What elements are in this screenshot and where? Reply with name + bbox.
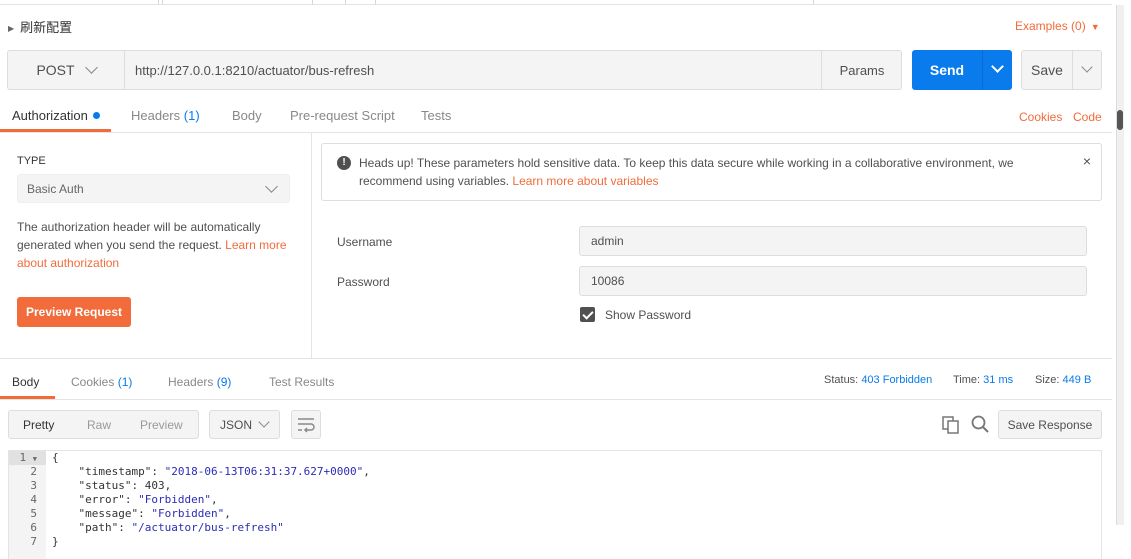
code-line: { xyxy=(52,451,59,464)
response-body-viewer[interactable]: 1 ▼ { 2 "timestamp": "2018-06-13T06:31:3… xyxy=(8,450,1102,559)
status-readout: Status: 403 Forbidden xyxy=(824,374,933,386)
chevron-down-icon xyxy=(258,416,270,428)
cookies-link[interactable]: Cookies xyxy=(1019,110,1062,124)
top-tab-strip xyxy=(0,0,1112,5)
password-label: Password xyxy=(337,275,390,289)
send-button[interactable]: Send xyxy=(912,50,1012,90)
view-mode-segment: Pretty Raw Preview xyxy=(8,410,199,439)
url-bar: POST http://127.0.0.1:8210/actuator/bus-… xyxy=(7,50,902,90)
time-readout: Time: 31 ms xyxy=(953,374,1014,386)
search-icon[interactable] xyxy=(970,414,990,434)
save-button[interactable]: Save xyxy=(1021,50,1102,90)
code-line: "message": "Forbidden", xyxy=(78,507,231,520)
code-line: } xyxy=(52,535,59,548)
username-label: Username xyxy=(337,235,393,249)
save-dropdown-chevron-icon[interactable] xyxy=(1081,61,1093,73)
line-number: 3 xyxy=(30,479,37,492)
close-icon[interactable]: × xyxy=(1083,153,1091,169)
line-number: 6 xyxy=(30,521,37,534)
send-dropdown-chevron-icon[interactable] xyxy=(991,60,1004,73)
tab-pre-request-script[interactable]: Pre-request Script xyxy=(290,108,395,123)
save-response-button[interactable]: Save Response xyxy=(998,410,1102,439)
fold-caret-icon: ▼ xyxy=(32,455,37,463)
password-field[interactable] xyxy=(579,266,1087,296)
size-readout: Size: 449 B xyxy=(1035,374,1092,386)
code-line: "error": "Forbidden", xyxy=(78,493,218,506)
wrap-lines-button[interactable] xyxy=(291,410,321,439)
username-field[interactable] xyxy=(579,226,1087,256)
chevron-down-icon xyxy=(265,180,278,193)
line-number: 2 xyxy=(30,465,37,478)
code-line: "status": 403, xyxy=(78,479,172,492)
learn-variables-link[interactable]: Learn more about variables xyxy=(512,174,658,188)
method-select[interactable]: POST xyxy=(8,51,125,89)
active-dot-icon xyxy=(92,112,100,119)
preview-request-button[interactable]: Preview Request xyxy=(17,297,131,327)
url-input[interactable]: http://127.0.0.1:8210/actuator/bus-refre… xyxy=(135,63,374,78)
page-scrollbar[interactable] xyxy=(1116,5,1124,525)
code-line: "path": "/actuator/bus-refresh" xyxy=(78,521,284,534)
show-password-label[interactable]: Show Password xyxy=(605,308,691,322)
preview-mode-button[interactable]: Preview xyxy=(140,418,183,432)
format-select[interactable]: JSON xyxy=(209,410,280,439)
pretty-mode-button[interactable]: Pretty xyxy=(23,418,54,432)
resp-tab-cookies[interactable]: Cookies (1) xyxy=(71,375,132,389)
tab-authorization[interactable]: Authorization xyxy=(12,108,100,123)
sensitive-data-alert: ! Heads up! These parameters hold sensit… xyxy=(321,143,1102,201)
examples-dropdown[interactable]: Examples (0) ▼ xyxy=(1015,19,1100,33)
resp-tab-body[interactable]: Body xyxy=(12,375,39,389)
request-title[interactable]: ▶ 刷新配置 xyxy=(8,17,72,36)
exclamation-icon: ! xyxy=(337,156,351,170)
expand-triangle-icon[interactable]: ▶ xyxy=(8,24,14,33)
code-line: "timestamp": "2018-06-13T06:31:37.627+00… xyxy=(78,465,370,478)
chevron-down-icon xyxy=(84,61,98,74)
tab-body[interactable]: Body xyxy=(232,108,262,123)
line-number: 7 xyxy=(30,535,37,548)
auth-description: The authorization header will be automat… xyxy=(17,220,287,270)
line-number: 4 xyxy=(30,493,37,506)
wrap-lines-icon xyxy=(298,418,315,433)
code-link[interactable]: Code xyxy=(1073,110,1102,124)
type-label: TYPE xyxy=(17,155,46,167)
line-number: 5 xyxy=(30,507,37,520)
show-password-checkbox[interactable] xyxy=(580,307,595,322)
scrollbar-thumb[interactable] xyxy=(1117,110,1123,130)
tab-tests[interactable]: Tests xyxy=(421,108,451,123)
caret-down-icon: ▼ xyxy=(1090,22,1100,32)
params-button[interactable]: Params xyxy=(821,51,902,89)
raw-mode-button[interactable]: Raw xyxy=(87,418,111,432)
auth-type-select[interactable]: Basic Auth xyxy=(17,174,290,203)
tab-headers[interactable]: Headers (1) xyxy=(131,108,200,123)
resp-tab-test-results[interactable]: Test Results xyxy=(269,375,334,389)
line-number: 1 ▼ xyxy=(19,451,37,464)
copy-icon[interactable] xyxy=(941,415,961,435)
resp-tab-headers[interactable]: Headers (9) xyxy=(168,375,231,389)
